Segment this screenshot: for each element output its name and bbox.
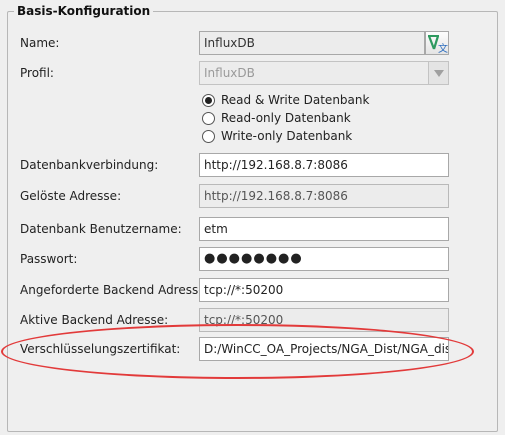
radio-write-only-label: Write-only Datenbank (221, 129, 353, 143)
radio-button-checked[interactable] (202, 93, 215, 107)
radio-read-only-label: Read-only Datenbank (221, 111, 351, 125)
active-backend-field: tcp://*:50200 (199, 308, 449, 332)
profile-label: Profil: (20, 66, 54, 80)
radio-button[interactable] (202, 129, 215, 143)
language-translate-button[interactable]: 文 (425, 31, 449, 55)
radio-write-only[interactable]: Write-only Datenbank (202, 128, 352, 144)
resolved-address-label: Gelöste Adresse: (20, 189, 122, 203)
profile-selected-value: InfluxDB (204, 66, 255, 80)
password-input[interactable]: ●●●●●●●● (199, 247, 449, 271)
name-field[interactable]: InfluxDB (199, 31, 425, 55)
username-input[interactable]: etm (199, 217, 449, 241)
certificate-label: Verschlüsselungszertifikat: (20, 342, 181, 356)
resolved-address-field: http://192.168.8.7:8086 (199, 184, 449, 208)
group-title: Basis-Konfiguration (14, 4, 154, 18)
svg-text:文: 文 (438, 42, 448, 54)
password-label: Passwort: (20, 252, 78, 266)
radio-read-write[interactable]: Read & Write Datenbank (202, 92, 369, 108)
username-label: Datenbank Benutzername: (20, 222, 182, 236)
certificate-input[interactable]: D:/WinCC_OA_Projects/NGA_Dist/NGA_dist_ (199, 337, 449, 361)
translate-icon: 文 (427, 35, 448, 55)
profile-dropdown[interactable]: InfluxDB (199, 61, 449, 85)
connection-label: Datenbankverbindung: (20, 158, 159, 172)
connection-input[interactable]: http://192.168.8.7:8086 (199, 153, 449, 177)
requested-backend-input[interactable]: tcp://*:50200 (199, 278, 449, 302)
radio-read-write-label: Read & Write Datenbank (221, 93, 370, 107)
radio-read-only[interactable]: Read-only Datenbank (202, 110, 351, 126)
active-backend-label: Aktive Backend Adresse: (20, 313, 169, 327)
chevron-down-icon[interactable] (428, 62, 448, 84)
requested-backend-label: Angeforderte Backend Adresse: (20, 283, 210, 297)
name-label: Name: (20, 36, 60, 50)
radio-button[interactable] (202, 111, 215, 125)
